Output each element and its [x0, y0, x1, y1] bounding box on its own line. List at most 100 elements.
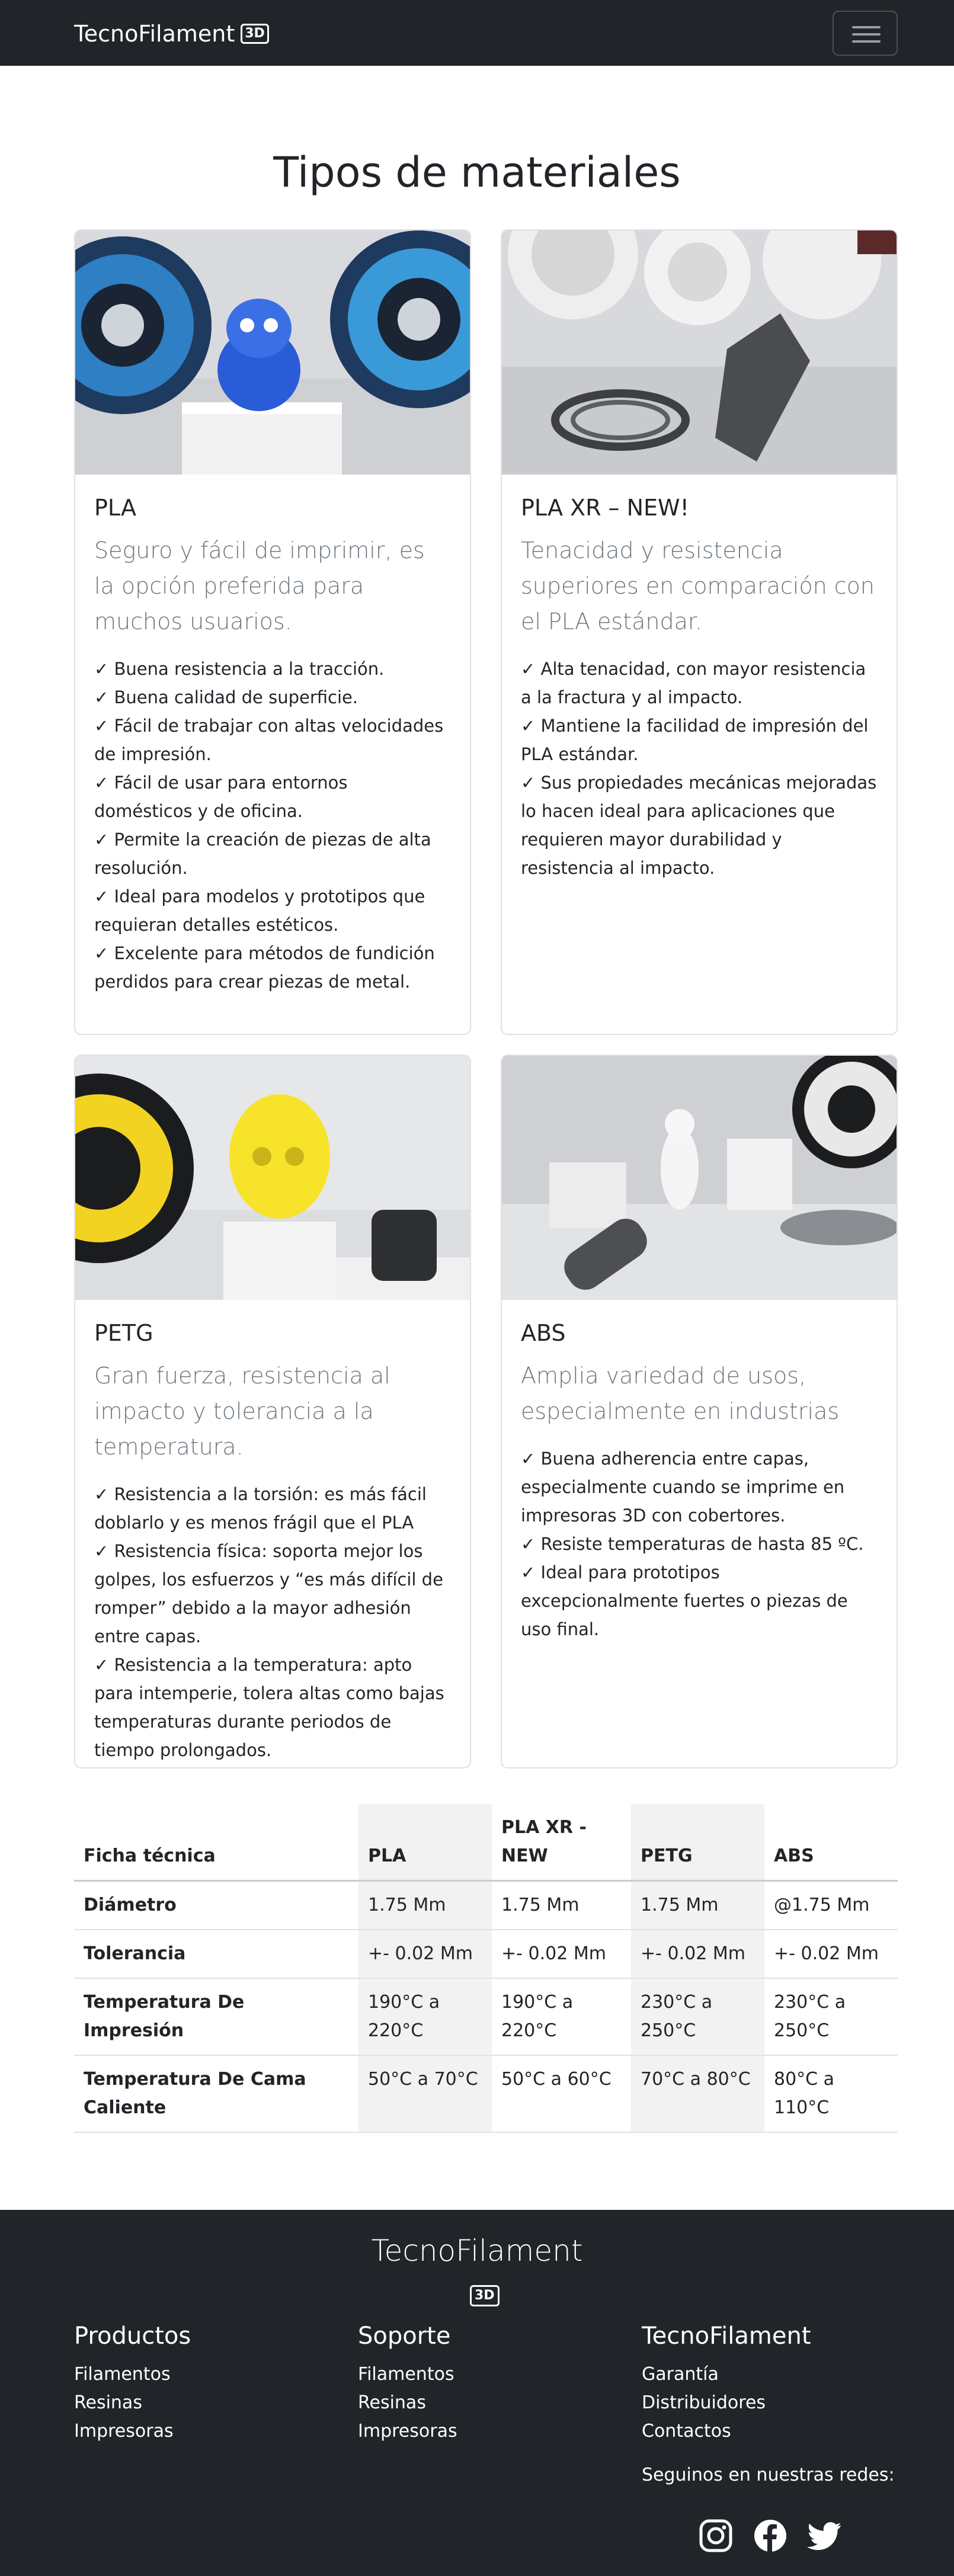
feature-item: ✓ Mantiene la facilidad de impresión del…	[521, 716, 869, 764]
table-header: Ficha técnica	[74, 1804, 358, 1882]
row-label: Diámetro	[74, 1880, 358, 1930]
card-lead: Seguro y fácil de imprimir, es la opción…	[94, 537, 425, 635]
card-pla-xr: PLA XR – NEW! Tenacidad y resistencia su…	[501, 229, 898, 1035]
feature-item: ✓ Ideal para modelos y prototipos que re…	[94, 886, 425, 935]
card-title: PLA XR – NEW!	[521, 495, 689, 521]
table-cell: 1.75 Mm	[358, 1880, 492, 1930]
feature-item: ✓ Ideal para prototipos excepcionalmente…	[521, 1562, 848, 1639]
pla-spools-image	[75, 230, 470, 475]
row-label: Tolerancia	[74, 1930, 358, 1979]
card-title: PETG	[94, 1320, 153, 1346]
footer-link[interactable]: Resinas	[74, 2389, 191, 2417]
twitter-icon[interactable]	[807, 2518, 843, 2553]
social-title: Seguinos en nuestras redes:	[642, 2465, 895, 2485]
table-cell: 190°C a 220°C	[358, 1978, 492, 2056]
table-header: ABS	[764, 1804, 898, 1882]
table-row: Temperatura De Cama Caliente 50°C a 70°C…	[74, 2055, 898, 2133]
card-title: ABS	[521, 1320, 566, 1346]
table-header: PLA XR - NEW	[492, 1804, 631, 1882]
footer-link[interactable]: Resinas	[358, 2389, 457, 2417]
feature-item: ✓ Resistencia a la temperatura: apto par…	[94, 1655, 444, 1760]
table-cell: +- 0.02 Mm	[358, 1930, 492, 1979]
feature-item: ✓ Resistencia a la torsión: es más fácil…	[94, 1484, 427, 1533]
instagram-icon[interactable]	[698, 2518, 734, 2553]
table-cell: +- 0.02 Mm	[764, 1930, 898, 1979]
feature-item: ✓ Buena resistencia a la tracción.	[94, 659, 385, 679]
table-row: Temperatura De Impresión 190°C a 220°C 1…	[74, 1978, 898, 2056]
table-cell: +- 0.02 Mm	[631, 1930, 764, 1979]
table-row: Diámetro 1.75 Mm 1.75 Mm 1.75 Mm @1.75 M…	[74, 1880, 898, 1930]
table-cell: 230°C a 250°C	[631, 1978, 764, 2056]
card-petg: PETG Gran fuerza, resistencia al impacto…	[74, 1055, 471, 1768]
card-lead: Gran fuerza, resistencia al impacto y to…	[94, 1363, 390, 1460]
footer-link[interactable]: Filamentos	[358, 2360, 457, 2389]
feature-item: ✓ Excelente para métodos de fundición pe…	[94, 943, 435, 992]
abs-astronaut-image	[502, 1056, 897, 1300]
table-cell: 70°C a 80°C	[631, 2055, 764, 2133]
footer: TecnoFilament 3D Productos Filamentos Re…	[0, 2210, 954, 2576]
petg-spool-image	[75, 1056, 470, 1300]
footer-link[interactable]: Distribuidores	[642, 2389, 811, 2417]
card-title: PLA	[94, 495, 136, 521]
card-lead: Tenacidad y resistencia superiores en co…	[521, 537, 875, 635]
table-cell: 230°C a 250°C	[764, 1978, 898, 2056]
card-image-pla	[75, 230, 470, 475]
facebook-icon[interactable]	[753, 2518, 788, 2553]
footer-column-title: TecnoFilament	[642, 2322, 811, 2350]
navbar-brand[interactable]: TecnoFilament 3D	[74, 21, 269, 47]
row-label: Temperatura De Cama Caliente	[74, 2055, 358, 2133]
card-features: ✓ Buena adherencia entre capas, especial…	[521, 1444, 878, 1643]
feature-item: ✓ Buena calidad de superficie.	[94, 687, 358, 707]
feature-item: ✓ Alta tenacidad, con mayor resistencia …	[521, 659, 866, 707]
card-features: ✓ Resistencia a la torsión: es más fácil…	[94, 1480, 451, 1764]
hamburger-icon-line	[852, 40, 881, 43]
footer-link[interactable]: Impresoras	[358, 2417, 457, 2446]
table-header-row: Ficha técnica PLA PLA XR - NEW PETG ABS	[74, 1804, 898, 1882]
table-cell: @1.75 Mm	[764, 1880, 898, 1930]
card-abs: ABS Amplia variedad de usos, especialmen…	[501, 1055, 898, 1768]
pla-xr-parts-image	[502, 230, 897, 475]
spec-table: Ficha técnica PLA PLA XR - NEW PETG ABS …	[74, 1804, 898, 2133]
row-label: Temperatura De Impresión	[74, 1978, 358, 2056]
card-features: ✓ Buena resistencia a la tracción. ✓ Bue…	[94, 655, 451, 996]
card-lead: Amplia variedad de usos, especialmente e…	[521, 1363, 840, 1424]
table-header: PLA	[358, 1804, 492, 1882]
table-cell: +- 0.02 Mm	[492, 1930, 631, 1979]
card-image-abs	[502, 1056, 897, 1300]
feature-item: ✓ Buena adherencia entre capas, especial…	[521, 1449, 845, 1526]
navbar: TecnoFilament 3D	[0, 0, 954, 66]
card-pla: PLA Seguro y fácil de imprimir, es la op…	[74, 229, 471, 1035]
card-image-petg	[75, 1056, 470, 1300]
hamburger-icon	[852, 26, 881, 28]
feature-item: ✓ Fácil de trabajar con altas velocidade…	[94, 716, 444, 764]
footer-column-title: Soporte	[358, 2322, 451, 2350]
card-features: ✓ Alta tenacidad, con mayor resistencia …	[521, 655, 878, 882]
table-row: Tolerancia +- 0.02 Mm +- 0.02 Mm +- 0.02…	[74, 1930, 898, 1979]
brand-3d-badge: 3D	[241, 24, 269, 44]
brand-name[interactable]: TecnoFilament	[74, 21, 235, 47]
table-cell: 1.75 Mm	[492, 1880, 631, 1930]
footer-link[interactable]: Impresoras	[74, 2417, 191, 2446]
footer-column-tecnofilament: TecnoFilament Garantía Distribuidores Co…	[642, 2322, 811, 2446]
navbar-toggler-button[interactable]	[833, 11, 898, 56]
feature-item: ✓ Fácil de usar para entornos domésticos…	[94, 773, 348, 821]
table-header: PETG	[631, 1804, 764, 1882]
feature-item: ✓ Permite la creación de piezas de alta …	[94, 829, 431, 878]
page-title: Tipos de materiales	[273, 148, 681, 197]
table-cell: 50°C a 60°C	[492, 2055, 631, 2133]
hamburger-icon-line	[852, 33, 881, 36]
feature-item: ✓ Resiste temperaturas de hasta 85 ºC.	[521, 1534, 864, 1554]
footer-link[interactable]: Filamentos	[74, 2360, 191, 2389]
feature-item: ✓ Sus propiedades mecánicas mejoradas lo…	[521, 773, 877, 878]
table-cell: 80°C a 110°C	[764, 2055, 898, 2133]
table-cell: 50°C a 70°C	[358, 2055, 492, 2133]
footer-link[interactable]: Garantía	[642, 2360, 811, 2389]
footer-link[interactable]: Contactos	[642, 2417, 811, 2446]
footer-column-title: Productos	[74, 2322, 191, 2350]
footer-3d-badge: 3D	[470, 2285, 500, 2306]
footer-column-soporte: Soporte Filamentos Resinas Impresoras	[358, 2322, 457, 2446]
footer-brand[interactable]: TecnoFilament	[0, 2234, 954, 2268]
table-cell: 1.75 Mm	[631, 1880, 764, 1930]
card-image-pla-xr	[502, 230, 897, 475]
table-cell: 190°C a 220°C	[492, 1978, 631, 2056]
